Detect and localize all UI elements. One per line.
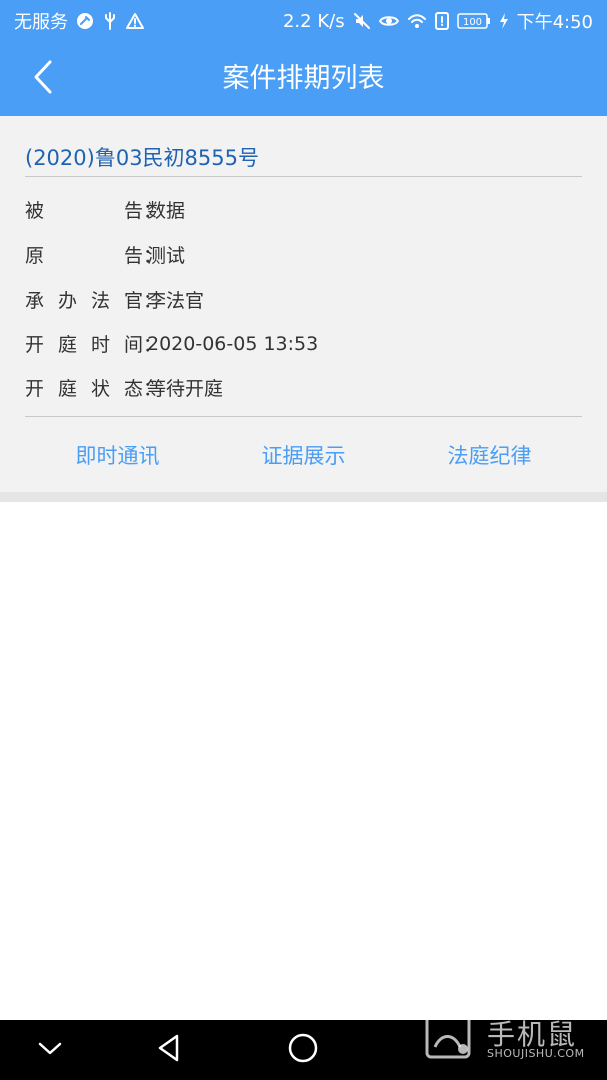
carrier-status: 无服务 [14,12,68,33]
label-char: 庭 [57,334,77,356]
collapse-icon [37,1038,63,1062]
status-right: 2.2 K/s 100 下午4:50 [283,8,593,34]
judge-value: 李法官 [147,290,205,312]
label-char: 告 [123,200,143,222]
label-char: 庭 [57,378,77,400]
eye-icon [378,13,399,29]
defendant-value: 数据 [147,200,186,222]
status-left: 无服务 [14,8,144,34]
hearing-time-label: 开 庭 时 间 [25,330,143,357]
battery-level: 100 [463,17,482,28]
evidence-display-button[interactable]: 证据展示 [211,436,396,476]
label-char: 态 [123,378,143,400]
case-card: (2020)鲁03民初8555号 被 告 ： 数据 原 告 ： 测试 承 办 法… [0,116,607,492]
judge-label: 承 办 法 官 [25,286,143,313]
hearing-status-value: 等待开庭 [147,378,224,400]
hearing-time-value: 2020-06-05 13:53 [147,332,319,355]
clock: 下午4:50 [516,12,593,33]
page-title: 案件排期列表 [222,63,385,94]
case-number[interactable]: (2020)鲁03民初8555号 [25,142,259,172]
hearing-status-label: 开 庭 状 态 [25,374,143,401]
system-back-button[interactable] [149,1030,189,1070]
label-char: 被 [25,200,45,222]
label-char: 状 [90,378,110,400]
battery-icon: 100 [456,13,491,29]
court-discipline-button[interactable]: 法庭纪律 [397,436,582,476]
plaintiff-label: 原 告 [25,241,143,268]
wrench-icon [76,12,94,30]
navigation-bar [0,1020,607,1080]
plaintiff-value: 测试 [147,245,186,267]
collapse-button[interactable] [30,1030,70,1070]
network-speed: 2.2 K/s [282,10,345,32]
bottom-divider [25,416,582,417]
defendant-label: 被 告 [25,196,143,223]
home-button[interactable] [283,1030,323,1070]
case-actions: 即时通讯 证据展示 法庭纪律 [25,436,582,476]
wifi-icon [407,12,427,30]
judge-row: 承 办 法 官 ： 李法官 [25,286,204,313]
phone-alert-icon [434,12,449,30]
hearing-time-row: 开 庭 时 间 ： 2020-06-05 13:53 [25,330,318,357]
label-char: 开 [25,378,45,400]
home-circle-icon [287,1032,319,1068]
label-char: 间 [123,334,143,356]
instant-message-button[interactable]: 即时通讯 [25,436,210,476]
label-char: 办 [57,290,77,312]
charging-icon [499,12,509,30]
hearing-status-row: 开 庭 状 态 ： 等待开庭 [25,374,223,401]
label-char: 原 [25,245,45,267]
card-separator [0,492,607,502]
label-char: 时 [90,334,110,356]
warning-icon [126,12,144,30]
title-bar: 案件排期列表 [0,42,607,116]
label-char: 告 [123,245,143,267]
label-char: 法 [90,290,110,312]
plaintiff-row: 原 告 ： 测试 [25,241,185,268]
label-char: 开 [25,334,45,356]
defendant-row: 被 告 ： 数据 [25,196,185,223]
top-divider [25,176,582,177]
label-char: 官 [123,290,143,312]
mute-icon [353,12,371,30]
back-triangle-icon [155,1033,183,1067]
status-bar: 无服务 2.2 K/s 100 下午4:50 [0,0,607,42]
usb-icon [102,12,118,30]
label-char: 承 [25,290,45,312]
